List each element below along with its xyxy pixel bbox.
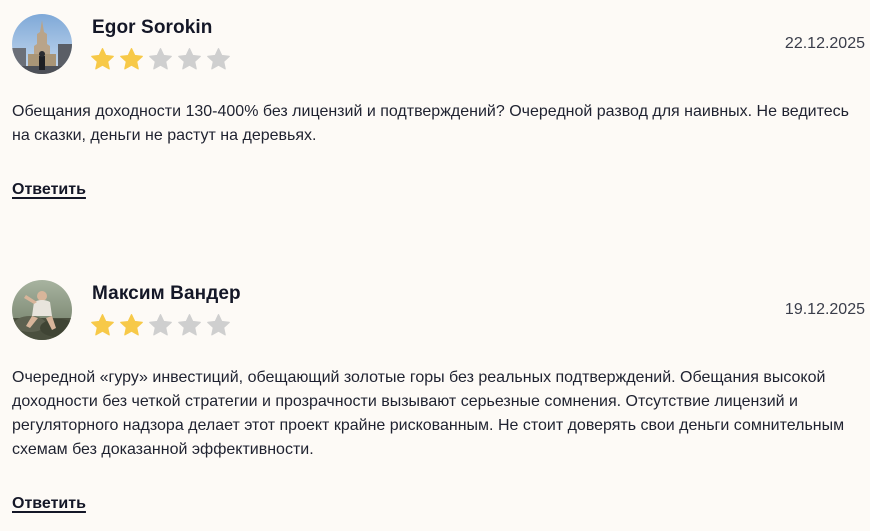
star-filled-icon	[120, 314, 143, 336]
star-empty-icon	[149, 48, 172, 70]
avatar[interactable]	[12, 280, 72, 340]
review-author: Egor Sorokin	[92, 17, 213, 38]
star-filled-icon	[91, 48, 114, 70]
review-text: Очередной «гуру» инвестиций, обещающий з…	[12, 369, 845, 458]
avatar-image	[12, 280, 72, 340]
star-empty-icon	[149, 314, 172, 336]
star-filled-icon	[91, 314, 114, 336]
star-empty-icon	[178, 48, 201, 70]
rating-stars	[90, 313, 231, 338]
review-date: 19.12.2025	[784, 301, 865, 318]
reply-link[interactable]: Ответить	[12, 495, 86, 513]
avatar-image	[12, 14, 72, 74]
rating-stars	[90, 47, 231, 72]
review-author: Максим Вандер	[92, 283, 241, 304]
star-empty-icon	[178, 314, 201, 336]
star-empty-icon	[207, 314, 230, 336]
avatar[interactable]	[12, 14, 72, 74]
review-date: 22.12.2025	[784, 35, 865, 52]
star-filled-icon	[120, 48, 143, 70]
review-text: Обещания доходности 130-400% без лицензи…	[12, 103, 849, 144]
star-empty-icon	[207, 48, 230, 70]
reply-link[interactable]: Ответить	[12, 181, 86, 199]
